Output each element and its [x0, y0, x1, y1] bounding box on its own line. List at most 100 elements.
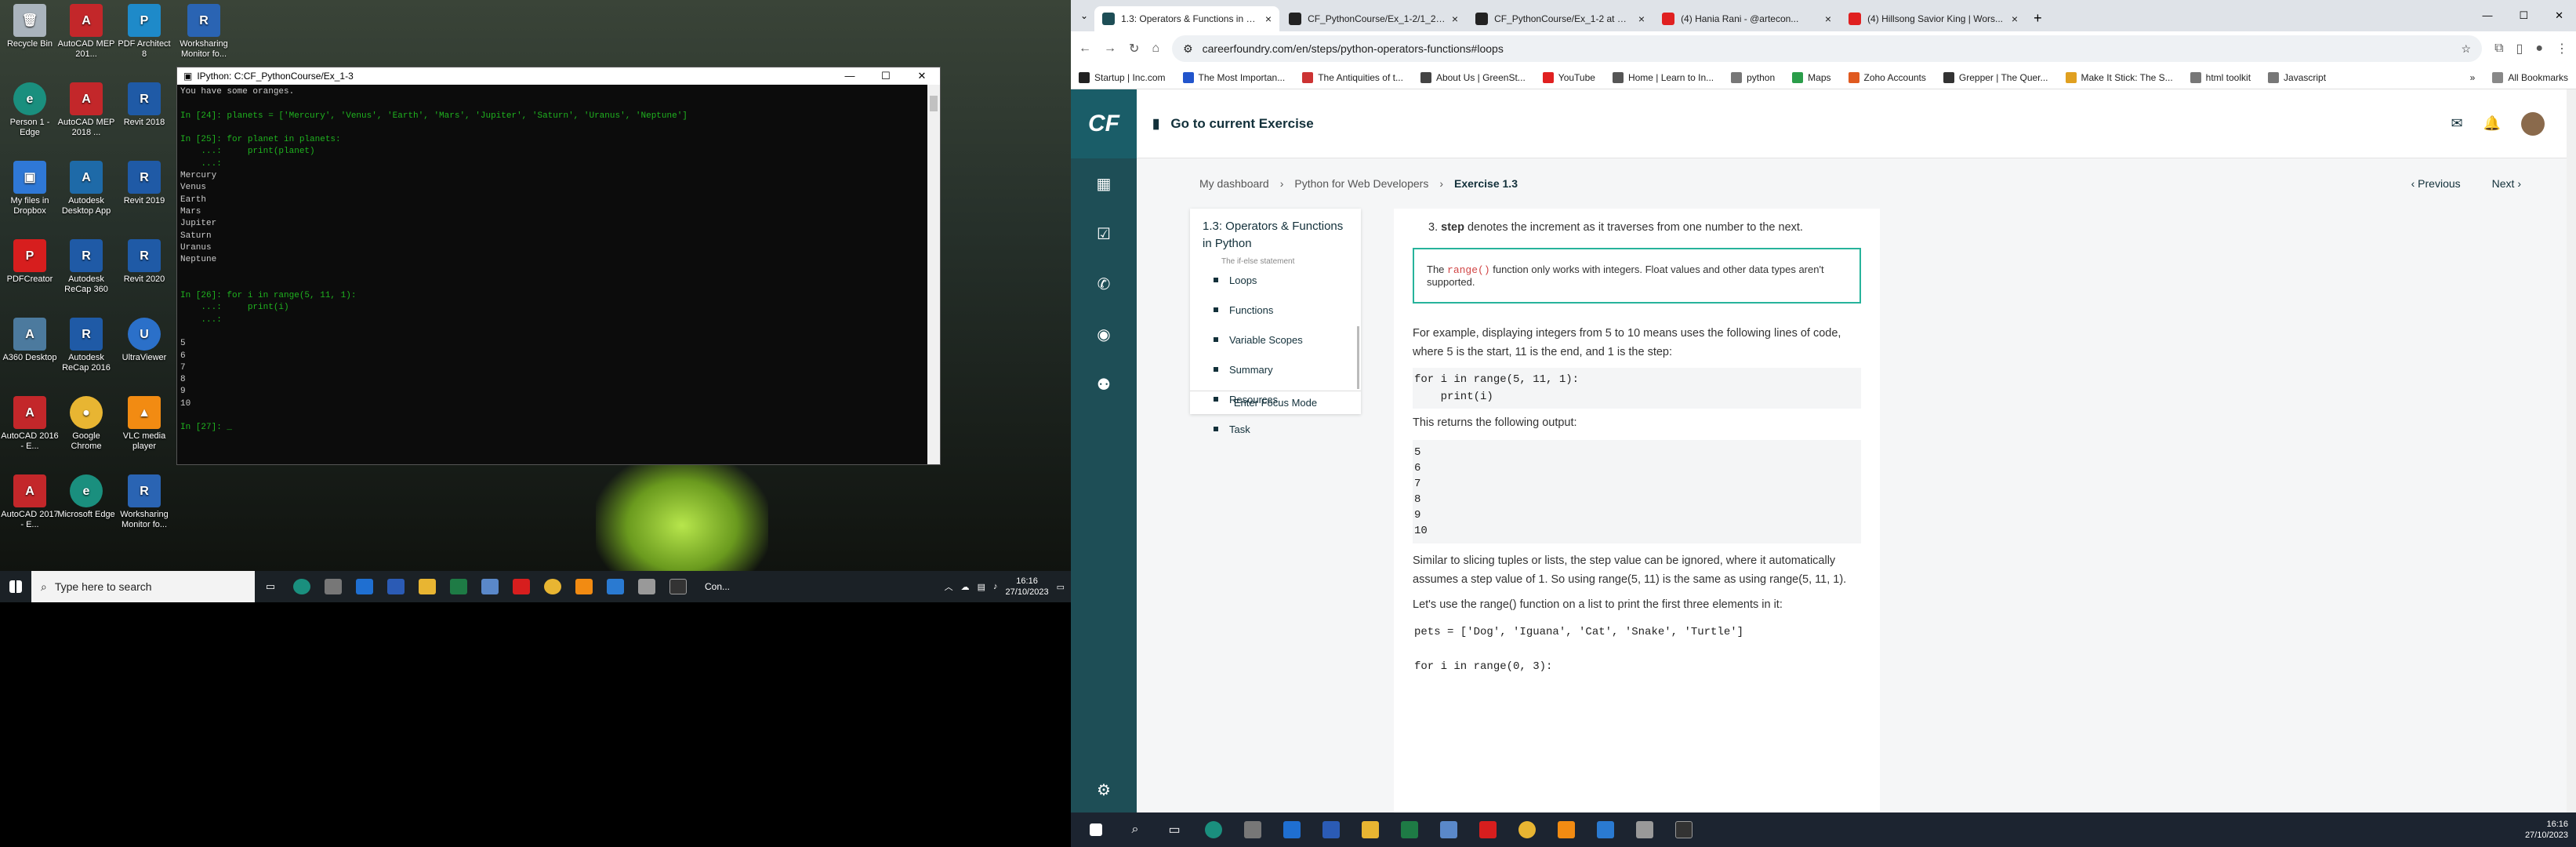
app-taskbar-icon[interactable] [474, 571, 506, 602]
bookmark-item[interactable]: Maps [1792, 71, 1831, 83]
page-scrollbar[interactable] [2567, 89, 2576, 812]
desktop-icon[interactable]: R Revit 2018 [114, 80, 174, 149]
explorer-taskbar-icon[interactable] [1353, 812, 1388, 847]
desktop-icon[interactable]: ▣ My files in Dropbox [0, 158, 60, 227]
terminal-titlebar[interactable]: ▣ IPython: C:CF_PythonCourse/Ex_1-3 — ☐ … [177, 67, 940, 85]
tab-close-icon[interactable]: × [1452, 13, 1458, 25]
word-taskbar-icon[interactable] [1314, 812, 1348, 847]
vscode-taskbar-icon[interactable] [600, 571, 631, 602]
menu-icon[interactable]: ⋮ [2556, 41, 2568, 56]
toc-scrollbar[interactable] [1357, 326, 1359, 389]
profile-icon[interactable]: ● [2535, 42, 2543, 56]
store-taskbar-icon[interactable] [1235, 812, 1270, 847]
bookmark-item[interactable]: YouTube [1542, 71, 1595, 83]
phone-icon[interactable]: ✆ [1071, 259, 1137, 309]
home-icon[interactable]: ⌂ [1152, 42, 1159, 56]
desktop-icon[interactable]: e Person 1 - Edge [0, 80, 60, 149]
edge-taskbar-icon[interactable] [286, 571, 317, 602]
desktop-icon[interactable]: P PDFCreator [0, 237, 60, 306]
desktop-icon[interactable]: ● Google Chrome [56, 394, 116, 463]
store-taskbar-icon[interactable] [317, 571, 349, 602]
mail-taskbar-icon[interactable] [349, 571, 380, 602]
cloud-icon[interactable]: ☁ [961, 582, 970, 592]
word-taskbar-icon[interactable] [380, 571, 412, 602]
code-block-2[interactable]: pets = ['Dog', 'Iguana', 'Cat', 'Snake',… [1413, 620, 1861, 678]
url-field[interactable]: ⚙ careerfoundry.com/en/steps/python-oper… [1172, 35, 2483, 62]
terminal-output[interactable]: You have some oranges. In [24]: planets … [177, 85, 928, 464]
pdf-taskbar-icon[interactable] [506, 571, 537, 602]
toc-item[interactable]: Task [1190, 414, 1361, 444]
bookmark-item[interactable]: Grepper | The Quer... [1943, 71, 2048, 83]
tab-close-icon[interactable]: × [1265, 13, 1272, 25]
close-button[interactable]: ✕ [2555, 9, 2563, 22]
chrome-taskbar-icon[interactable] [1510, 812, 1544, 847]
bookmark-item[interactable]: About Us | GreenSt... [1420, 71, 1526, 83]
desktop-icon[interactable]: A AutoCAD MEP 201... [56, 2, 116, 71]
desktop-icon[interactable]: A AutoCAD MEP 2018 ... [56, 80, 116, 149]
browser-tab[interactable]: (4) Hillsong Savior King | Wors... × [1841, 6, 2026, 31]
bookmark-item[interactable]: python [1731, 71, 1775, 83]
desktop-icon[interactable]: R Worksharing Monitor fo... [114, 472, 174, 541]
tasks-icon[interactable]: ☑ [1071, 209, 1137, 259]
toc-item[interactable]: Variable Scopes [1190, 325, 1361, 354]
all-bookmarks[interactable]: All Bookmarks [2492, 71, 2568, 83]
start-button[interactable] [1079, 812, 1113, 847]
desktop-icon[interactable]: R Revit 2019 [114, 158, 174, 227]
ipython-terminal-window[interactable]: ▣ IPython: C:CF_PythonCourse/Ex_1-3 — ☐ … [176, 67, 941, 465]
excel-taskbar-icon[interactable] [1392, 812, 1427, 847]
previous-button[interactable]: ‹ Previous [2411, 177, 2461, 190]
tab-close-icon[interactable]: × [2012, 13, 2018, 25]
extensions-icon[interactable]: ⧉ [2494, 42, 2503, 56]
excel-taskbar-icon[interactable] [443, 571, 474, 602]
cf-logo[interactable]: CF [1071, 89, 1137, 158]
start-button[interactable] [0, 571, 31, 602]
volume-icon[interactable]: ♪ [993, 582, 998, 591]
desktop-icon[interactable]: R Autodesk ReCap 360 [56, 237, 116, 306]
git-taskbar-icon[interactable] [1627, 812, 1662, 847]
desktop-icon[interactable]: A AutoCAD 2016 - E... [0, 394, 60, 463]
site-info-icon[interactable]: ⚙ [1183, 42, 1193, 56]
bookmark-item[interactable]: Javascript [2268, 71, 2326, 83]
browser-tab[interactable]: CF_PythonCourse/Ex_1-2 at mai... × [1468, 6, 1653, 31]
desktop-icon[interactable]: A A360 Desktop [0, 315, 60, 384]
code-block-1[interactable]: for i in range(5, 11, 1): print(i) [1413, 368, 1861, 409]
breadcrumb-course[interactable]: Python for Web Developers [1294, 177, 1428, 190]
dashboard-icon[interactable]: ▦ [1071, 158, 1137, 209]
task-view-icon[interactable]: ▭ [1157, 812, 1192, 847]
toc-item[interactable]: Loops [1190, 265, 1361, 295]
sublime-taskbar-icon[interactable] [1549, 812, 1584, 847]
toc-item[interactable]: Functions [1190, 295, 1361, 325]
next-button[interactable]: Next › [2492, 177, 2521, 190]
sidebar-icon[interactable]: ▯ [2516, 41, 2523, 56]
bookmark-item[interactable]: Home | Learn to In... [1612, 71, 1714, 83]
desktop-icon[interactable]: R Autodesk ReCap 2016 [56, 315, 116, 384]
community-icon[interactable]: ◉ [1071, 309, 1137, 359]
bookmark-item[interactable]: Zoho Accounts [1848, 71, 1926, 83]
task-view-icon[interactable]: ▭ [255, 571, 286, 602]
pdf-taskbar-icon[interactable] [1471, 812, 1505, 847]
browser-tab[interactable]: 1.3: Operators & Functions in P... × [1094, 6, 1280, 31]
network-icon[interactable]: ⚉ [1071, 359, 1137, 409]
tray-chevron-icon[interactable]: ︿ [945, 580, 953, 593]
app-taskbar-icon[interactable] [1431, 812, 1466, 847]
taskbar-search[interactable]: ⌕ Type here to search [31, 571, 255, 602]
forward-icon[interactable]: → [1104, 42, 1116, 56]
desktop-icon[interactable]: e Microsoft Edge [56, 472, 116, 541]
desktop-icon[interactable]: P PDF Architect 8 [114, 2, 174, 71]
maximize-button[interactable]: ☐ [2519, 9, 2528, 22]
desktop-icon[interactable]: U UltraViewer [114, 315, 174, 384]
mail-taskbar-icon[interactable] [1275, 812, 1309, 847]
notifications-icon[interactable]: ▭ [1057, 582, 1065, 592]
bookmark-item[interactable]: html toolkit [2190, 71, 2251, 83]
close-button[interactable]: ✕ [904, 70, 940, 82]
vscode-taskbar-icon[interactable] [1588, 812, 1623, 847]
toc-item[interactable]: Summary [1190, 354, 1361, 384]
bookmark-item[interactable]: Make It Stick: The S... [2065, 71, 2173, 83]
avatar[interactable] [2521, 111, 2545, 136]
browser-tab[interactable]: CF_PythonCourse/Ex_1-2/1_2-E... × [1281, 6, 1466, 31]
terminal-taskbar-icon[interactable] [662, 571, 694, 602]
tab-close-icon[interactable]: × [1638, 13, 1645, 25]
help-icon[interactable]: ⚙ [1071, 780, 1137, 800]
console-taskbar-item[interactable]: Con... [694, 571, 741, 602]
desktop-icon[interactable]: A AutoCAD 2017 - E... [0, 472, 60, 541]
